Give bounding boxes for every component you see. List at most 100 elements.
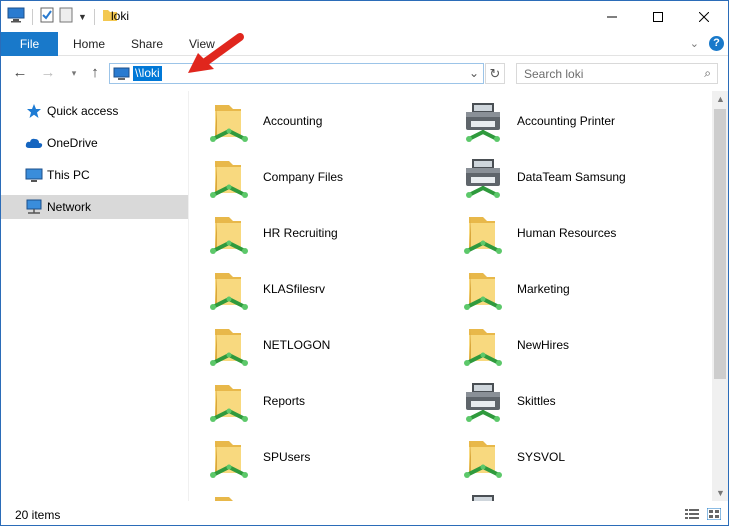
tab-file[interactable]: File bbox=[1, 32, 58, 56]
up-button[interactable]: ↑ bbox=[85, 64, 105, 82]
list-item[interactable]: DataTeam Samsung bbox=[450, 153, 710, 203]
window-title: loki bbox=[111, 9, 130, 23]
close-icon bbox=[699, 11, 709, 22]
shared-folder-icon bbox=[463, 325, 503, 369]
scroll-up-icon[interactable]: ▲ bbox=[716, 94, 725, 104]
list-item[interactable] bbox=[450, 489, 710, 501]
tab-view[interactable]: View bbox=[189, 32, 215, 56]
list-item[interactable]: HR Recruiting bbox=[196, 209, 446, 259]
computer-icon bbox=[25, 167, 43, 183]
search-box[interactable]: Search loki ⌕ bbox=[516, 63, 718, 84]
maximize-icon bbox=[653, 11, 663, 22]
sidebar-item-label: Quick access bbox=[47, 104, 119, 118]
recent-locations-button[interactable]: ▾ bbox=[64, 64, 84, 82]
tab-share[interactable]: Share bbox=[131, 32, 163, 56]
status-bar: 20 items bbox=[1, 503, 728, 525]
item-label: Skittles bbox=[517, 394, 556, 408]
list-item[interactable]: Company Files bbox=[196, 153, 446, 203]
shared-folder-icon bbox=[463, 269, 503, 313]
shared-printer-icon bbox=[463, 493, 503, 501]
list-item[interactable]: KLASfilesrv bbox=[196, 265, 446, 315]
shared-printer-icon bbox=[463, 101, 503, 145]
star-icon bbox=[25, 103, 43, 119]
list-item[interactable]: Skittles bbox=[450, 377, 710, 427]
network-icon bbox=[25, 199, 43, 215]
new-folder-icon[interactable] bbox=[59, 7, 73, 26]
computer-icon bbox=[7, 7, 25, 26]
shared-folder-icon bbox=[209, 493, 249, 501]
list-item[interactable]: Accounting bbox=[196, 97, 446, 147]
chevron-down-icon[interactable]: ⌄ bbox=[469, 66, 479, 80]
shared-folder-icon bbox=[209, 157, 249, 201]
item-label: DataTeam Samsung bbox=[517, 170, 626, 184]
help-button[interactable]: ? bbox=[709, 36, 724, 51]
item-label: Marketing bbox=[517, 282, 570, 296]
tab-home[interactable]: Home bbox=[73, 32, 105, 56]
list-item[interactable]: Marketing bbox=[450, 265, 710, 315]
toolbar-divider bbox=[93, 8, 95, 25]
title-bar: ▼ loki bbox=[1, 1, 728, 32]
forward-button[interactable]: → bbox=[38, 64, 58, 82]
list-item[interactable]: Reports bbox=[196, 377, 446, 427]
item-label: KLASfilesrv bbox=[263, 282, 326, 296]
sidebar-item-onedrive[interactable]: OneDrive bbox=[1, 131, 188, 155]
shared-folder-icon bbox=[209, 269, 249, 313]
customize-toolbar-icon[interactable]: ▼ bbox=[78, 12, 87, 22]
arrow-right-icon: → bbox=[40, 64, 56, 81]
shared-folder-icon bbox=[209, 325, 249, 369]
sidebar-item-quick-access[interactable]: Quick access bbox=[1, 99, 188, 123]
address-path[interactable]: \\loki bbox=[133, 66, 162, 81]
item-label: SYSVOL bbox=[517, 450, 566, 464]
shared-folder-icon bbox=[209, 437, 249, 481]
cloud-icon bbox=[25, 135, 43, 151]
list-item[interactable]: SYSVOL bbox=[450, 433, 710, 483]
large-icons-view-icon[interactable] bbox=[706, 507, 722, 521]
content-pane: Accounting Accounting Printer Company Fi… bbox=[196, 91, 714, 501]
refresh-icon: ↻ bbox=[489, 66, 501, 81]
list-item[interactable]: Accounting Printer bbox=[450, 97, 710, 147]
quick-access-toolbar: ▼ bbox=[7, 7, 118, 26]
sidebar-item-label: OneDrive bbox=[47, 136, 98, 150]
navigation-pane: Quick access OneDrive This PC Network bbox=[1, 91, 189, 501]
list-item[interactable]: SPUsers bbox=[196, 433, 446, 483]
item-count: 20 items bbox=[15, 508, 61, 522]
shared-folder-icon bbox=[463, 213, 503, 257]
close-button[interactable] bbox=[681, 1, 727, 32]
arrow-left-icon: ← bbox=[12, 64, 28, 81]
shared-printer-icon bbox=[463, 157, 503, 201]
search-placeholder: Search loki bbox=[524, 67, 584, 81]
vertical-scrollbar[interactable]: ▲ ▼ bbox=[712, 91, 728, 501]
minimize-button[interactable] bbox=[589, 1, 635, 32]
item-label: Accounting bbox=[263, 114, 323, 128]
sidebar-item-label: Network bbox=[47, 200, 92, 214]
chevron-down-icon: ▾ bbox=[71, 68, 77, 78]
list-item[interactable]: Human Resources bbox=[450, 209, 710, 259]
file-explorer-window: ▼ loki File Home Share View ⌄ ? ← → ▾ ↑ … bbox=[0, 0, 729, 526]
list-item[interactable]: NewHires bbox=[450, 321, 710, 371]
item-label: Company Files bbox=[263, 170, 344, 184]
address-bar[interactable]: \\loki ⌄ bbox=[109, 63, 484, 84]
toolbar-divider bbox=[32, 8, 33, 25]
maximize-button[interactable] bbox=[635, 1, 681, 32]
back-button[interactable]: ← bbox=[10, 64, 30, 82]
item-label: Reports bbox=[263, 394, 306, 408]
minimize-icon bbox=[607, 16, 617, 17]
scrollbar-thumb[interactable] bbox=[714, 109, 726, 379]
item-label: NewHires bbox=[517, 338, 570, 352]
sidebar-item-this-pc[interactable]: This PC bbox=[1, 163, 188, 187]
navigation-bar: ← → ▾ ↑ \\loki ⌄ ↻ Search loki ⌕ bbox=[1, 56, 728, 91]
expand-ribbon-icon[interactable]: ⌄ bbox=[690, 37, 699, 50]
item-label: SPUsers bbox=[263, 450, 311, 464]
shared-folder-icon bbox=[209, 101, 249, 145]
scroll-down-icon[interactable]: ▼ bbox=[716, 488, 725, 498]
refresh-button[interactable]: ↻ bbox=[485, 63, 505, 84]
sidebar-item-network[interactable]: Network bbox=[1, 195, 188, 219]
ribbon-tabs: File Home Share View ⌄ ? bbox=[1, 32, 728, 56]
properties-icon[interactable] bbox=[40, 7, 54, 26]
details-view-icon[interactable] bbox=[685, 508, 699, 520]
list-item[interactable]: NETLOGON bbox=[196, 321, 446, 371]
list-item[interactable] bbox=[196, 489, 446, 501]
shared-folder-icon bbox=[209, 213, 249, 257]
shared-printer-icon bbox=[463, 381, 503, 425]
computer-icon bbox=[113, 67, 130, 84]
